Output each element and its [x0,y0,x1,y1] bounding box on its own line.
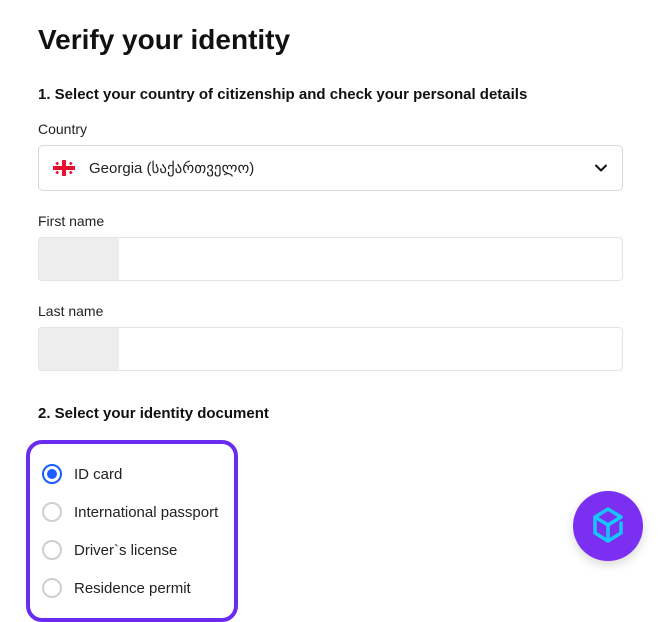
radio-label: ID card [74,466,122,483]
firstname-label: First name [38,213,623,229]
section-2-heading: 2. Select your identity document [38,405,623,422]
firstname-input[interactable] [38,237,623,281]
country-label: Country [38,121,623,137]
radio-option-international-passport[interactable]: International passport [42,496,218,528]
radio-button-icon [42,502,62,522]
country-value: Georgia (საქართველო) [89,159,594,177]
document-options-highlight: ID card International passport Driver`s … [26,440,238,622]
country-select[interactable]: Georgia (საქართველო) [38,145,623,191]
page-title: Verify your identity [38,24,623,56]
radio-button-icon [42,464,62,484]
georgia-flag-icon [53,160,75,176]
radio-label: Residence permit [74,580,191,597]
radio-option-drivers-license[interactable]: Driver`s license [42,534,218,566]
radio-label: Driver`s license [74,542,177,559]
radio-button-icon [42,578,62,598]
section-1-heading: 1. Select your country of citizenship an… [38,86,623,103]
chevron-down-icon [594,161,608,175]
lastname-label: Last name [38,303,623,319]
help-logo-icon [587,503,629,550]
radio-button-icon [42,540,62,560]
radio-option-id-card[interactable]: ID card [42,458,218,490]
help-fab-button[interactable] [573,491,643,561]
radio-option-residence-permit[interactable]: Residence permit [42,572,218,604]
radio-label: International passport [74,504,218,521]
lastname-input[interactable] [38,327,623,371]
